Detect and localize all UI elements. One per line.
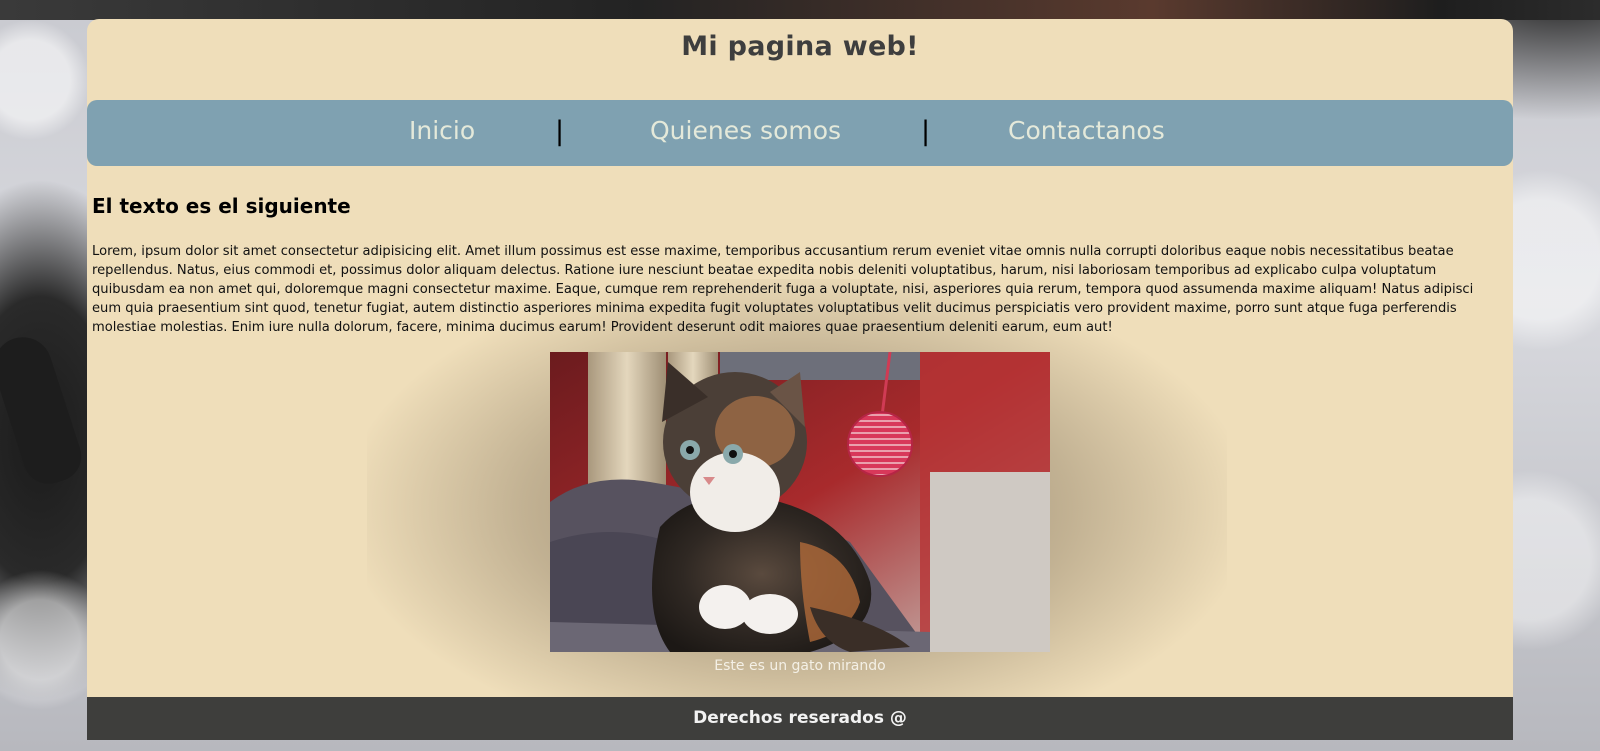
page-container: Mi pagina web! Inicio | Quienes somos | … bbox=[87, 19, 1513, 740]
site-title: Mi pagina web! bbox=[681, 31, 919, 62]
nav-item-quienes-somos[interactable]: Quienes somos bbox=[650, 116, 841, 145]
navbar: Inicio | Quienes somos | Contactanos bbox=[87, 100, 1513, 166]
nav-item-inicio[interactable]: Inicio bbox=[409, 116, 475, 145]
kitten-photo bbox=[550, 352, 1050, 652]
nav-separator: | bbox=[921, 116, 931, 147]
image-caption: Este es un gato mirando bbox=[714, 658, 886, 674]
footer: Derechos reserados @ bbox=[87, 697, 1513, 740]
nav-item-contactanos[interactable]: Contactanos bbox=[1008, 116, 1165, 145]
section-heading: El texto es el siguiente bbox=[92, 194, 351, 218]
body-paragraph: Lorem, ipsum dolor sit amet consectetur … bbox=[92, 244, 1474, 335]
nav-separator: | bbox=[555, 116, 565, 147]
